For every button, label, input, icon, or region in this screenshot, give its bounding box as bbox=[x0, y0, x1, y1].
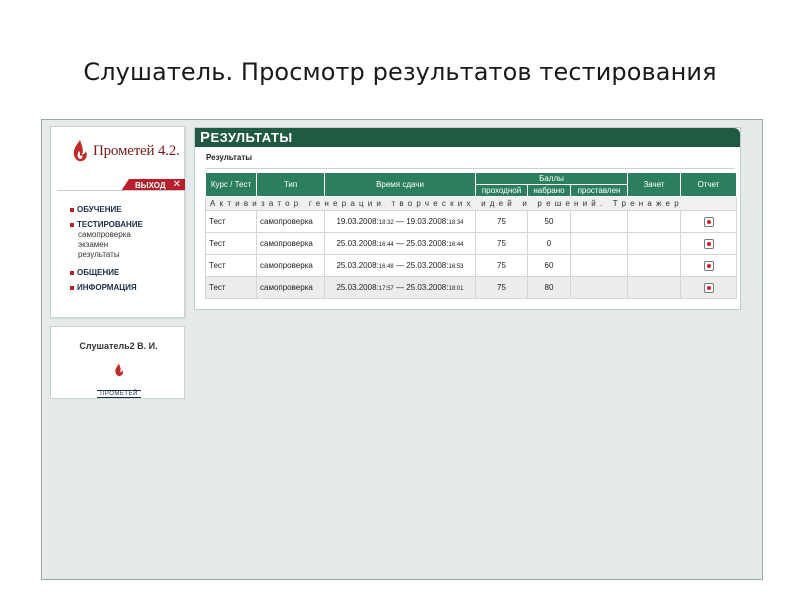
panel-subtitle: Результаты bbox=[206, 153, 253, 162]
app-window: Прометей 4.2. ВЫХОД ✕ ОБУЧЕНИЕ ТЕСТИРОВА… bbox=[41, 119, 763, 580]
panel-header-rest: ЕЗУЛЬТАТЫ bbox=[210, 130, 293, 145]
bullet-square-icon bbox=[70, 223, 74, 227]
col-report[interactable]: Отчет bbox=[680, 172, 738, 197]
cell-earned: 50 bbox=[527, 210, 571, 233]
cell-credit bbox=[627, 276, 682, 299]
col-scores: Баллы bbox=[474, 172, 629, 185]
results-panel: РЕЗУЛЬТАТЫ Результаты Курс / Тест Тип Вр… bbox=[194, 127, 741, 310]
menu-item-testing-label: ТЕСТИРОВАНИЕ bbox=[77, 220, 143, 229]
menu-item-training-label: ОБУЧЕНИЕ bbox=[77, 205, 122, 214]
cell-passing: 75 bbox=[475, 210, 528, 233]
menu-item-testing[interactable]: ТЕСТИРОВАНИЕ bbox=[70, 220, 143, 230]
exit-label: ВЫХОД bbox=[135, 180, 166, 190]
user-name: Слушатель2 В. И. bbox=[79, 341, 158, 351]
cell-assigned bbox=[569, 254, 629, 277]
app-logo[interactable]: Прометей 4.2. bbox=[71, 138, 180, 164]
menu-item-communication[interactable]: ОБЩЕНИЕ bbox=[70, 268, 143, 278]
table-row: Тест самопроверка 25.03.2008:16:44 — 25.… bbox=[205, 232, 738, 255]
subtitle-divider bbox=[206, 168, 735, 169]
report-icon[interactable] bbox=[703, 282, 714, 293]
report-icon[interactable] bbox=[703, 260, 714, 271]
submenu-exam[interactable]: экзамен bbox=[70, 240, 143, 250]
col-assigned[interactable]: проставлен bbox=[569, 184, 629, 197]
menu-item-information-label: ИНФОРМАЦИЯ bbox=[77, 283, 137, 292]
table-row: Тест самопроверка 19.03.2008:18:32 — 19.… bbox=[205, 210, 738, 233]
submenu-results[interactable]: результаты bbox=[70, 250, 143, 260]
footer-logo: ПРОМЕТЕЙ bbox=[94, 363, 144, 398]
table-row: Тест самопроверка 25.03.2008:17:57 — 25.… bbox=[205, 276, 738, 299]
cell-credit bbox=[627, 232, 682, 255]
results-table: Курс / Тест Тип Время сдачи Баллы Зачет … bbox=[204, 172, 738, 299]
small-flame-icon bbox=[115, 363, 123, 376]
cell-test: Тест bbox=[205, 232, 257, 255]
cell-type: самопроверка bbox=[256, 276, 325, 299]
panel-header: РЕЗУЛЬТАТЫ bbox=[195, 128, 740, 147]
cell-passing: 75 bbox=[475, 254, 528, 277]
report-icon[interactable] bbox=[703, 238, 714, 249]
cell-test: Тест bbox=[205, 276, 257, 299]
submenu-self-check[interactable]: самопроверка bbox=[70, 230, 143, 240]
col-earned[interactable]: набрано bbox=[527, 184, 571, 197]
panel-header-cap: Р bbox=[200, 129, 211, 146]
cell-test: Тест bbox=[205, 254, 257, 277]
bullet-square-icon bbox=[70, 271, 74, 275]
cell-passing: 75 bbox=[475, 276, 528, 299]
cell-report bbox=[680, 276, 738, 299]
cell-assigned bbox=[569, 276, 629, 299]
cell-time: 19.03.2008:18:32 — 19.03.2008:18:34 bbox=[324, 210, 476, 233]
cell-report bbox=[680, 254, 738, 277]
sidebar: Прометей 4.2. ВЫХОД ✕ ОБУЧЕНИЕ ТЕСТИРОВА… bbox=[50, 126, 185, 318]
col-passing[interactable]: проходной bbox=[475, 184, 528, 197]
report-icon[interactable] bbox=[703, 216, 714, 227]
course-group-row: Активизатор генерации творческих идей и … bbox=[204, 196, 738, 211]
col-time[interactable]: Время сдачи bbox=[324, 172, 476, 197]
user-info-box: Слушатель2 В. И. ПРОМЕТЕЙ bbox=[50, 326, 185, 399]
slide-title: Слушатель. Просмотр результатов тестиров… bbox=[83, 58, 717, 86]
app-logo-text: Прометей 4.2. bbox=[93, 142, 180, 159]
cell-test: Тест bbox=[205, 210, 257, 233]
cell-report bbox=[680, 210, 738, 233]
cell-type: самопроверка bbox=[256, 210, 325, 233]
sidebar-divider bbox=[57, 190, 185, 191]
main-menu: ОБУЧЕНИЕ ТЕСТИРОВАНИЕ самопроверка экзам… bbox=[70, 205, 143, 293]
flame-logo-icon bbox=[73, 140, 87, 162]
cell-credit bbox=[627, 210, 682, 233]
col-course-test[interactable]: Курс / Тест bbox=[205, 172, 257, 197]
table-row: Тест самопроверка 25.03.2008:16:48 — 25.… bbox=[205, 254, 738, 277]
menu-item-communication-label: ОБЩЕНИЕ bbox=[77, 268, 120, 277]
cell-assigned bbox=[569, 210, 629, 233]
col-credit[interactable]: Зачет bbox=[627, 172, 682, 197]
cell-time: 25.03.2008:16:44 — 25.03.2008:16:44 bbox=[324, 232, 476, 255]
course-group-name: Активизатор генерации творческих идей и … bbox=[204, 196, 738, 211]
cell-report bbox=[680, 232, 738, 255]
cell-earned: 80 bbox=[527, 276, 571, 299]
col-type[interactable]: Тип bbox=[256, 172, 325, 197]
cell-type: самопроверка bbox=[256, 254, 325, 277]
cell-credit bbox=[627, 254, 682, 277]
cell-time: 25.03.2008:17:57 — 25.03.2008:18:01 bbox=[324, 276, 476, 299]
footer-logo-text: ПРОМЕТЕЙ bbox=[97, 390, 141, 398]
bullet-square-icon bbox=[70, 208, 74, 212]
cell-time: 25.03.2008:16:48 — 25.03.2008:16:53 bbox=[324, 254, 476, 277]
menu-item-information[interactable]: ИНФОРМАЦИЯ bbox=[70, 283, 143, 293]
cell-earned: 60 bbox=[527, 254, 571, 277]
cell-type: самопроверка bbox=[256, 232, 325, 255]
cell-assigned bbox=[569, 232, 629, 255]
close-icon: ✕ bbox=[172, 179, 181, 190]
menu-item-training[interactable]: ОБУЧЕНИЕ bbox=[70, 205, 143, 215]
cell-earned: 0 bbox=[527, 232, 571, 255]
bullet-square-icon bbox=[70, 286, 74, 290]
cell-passing: 75 bbox=[475, 232, 528, 255]
